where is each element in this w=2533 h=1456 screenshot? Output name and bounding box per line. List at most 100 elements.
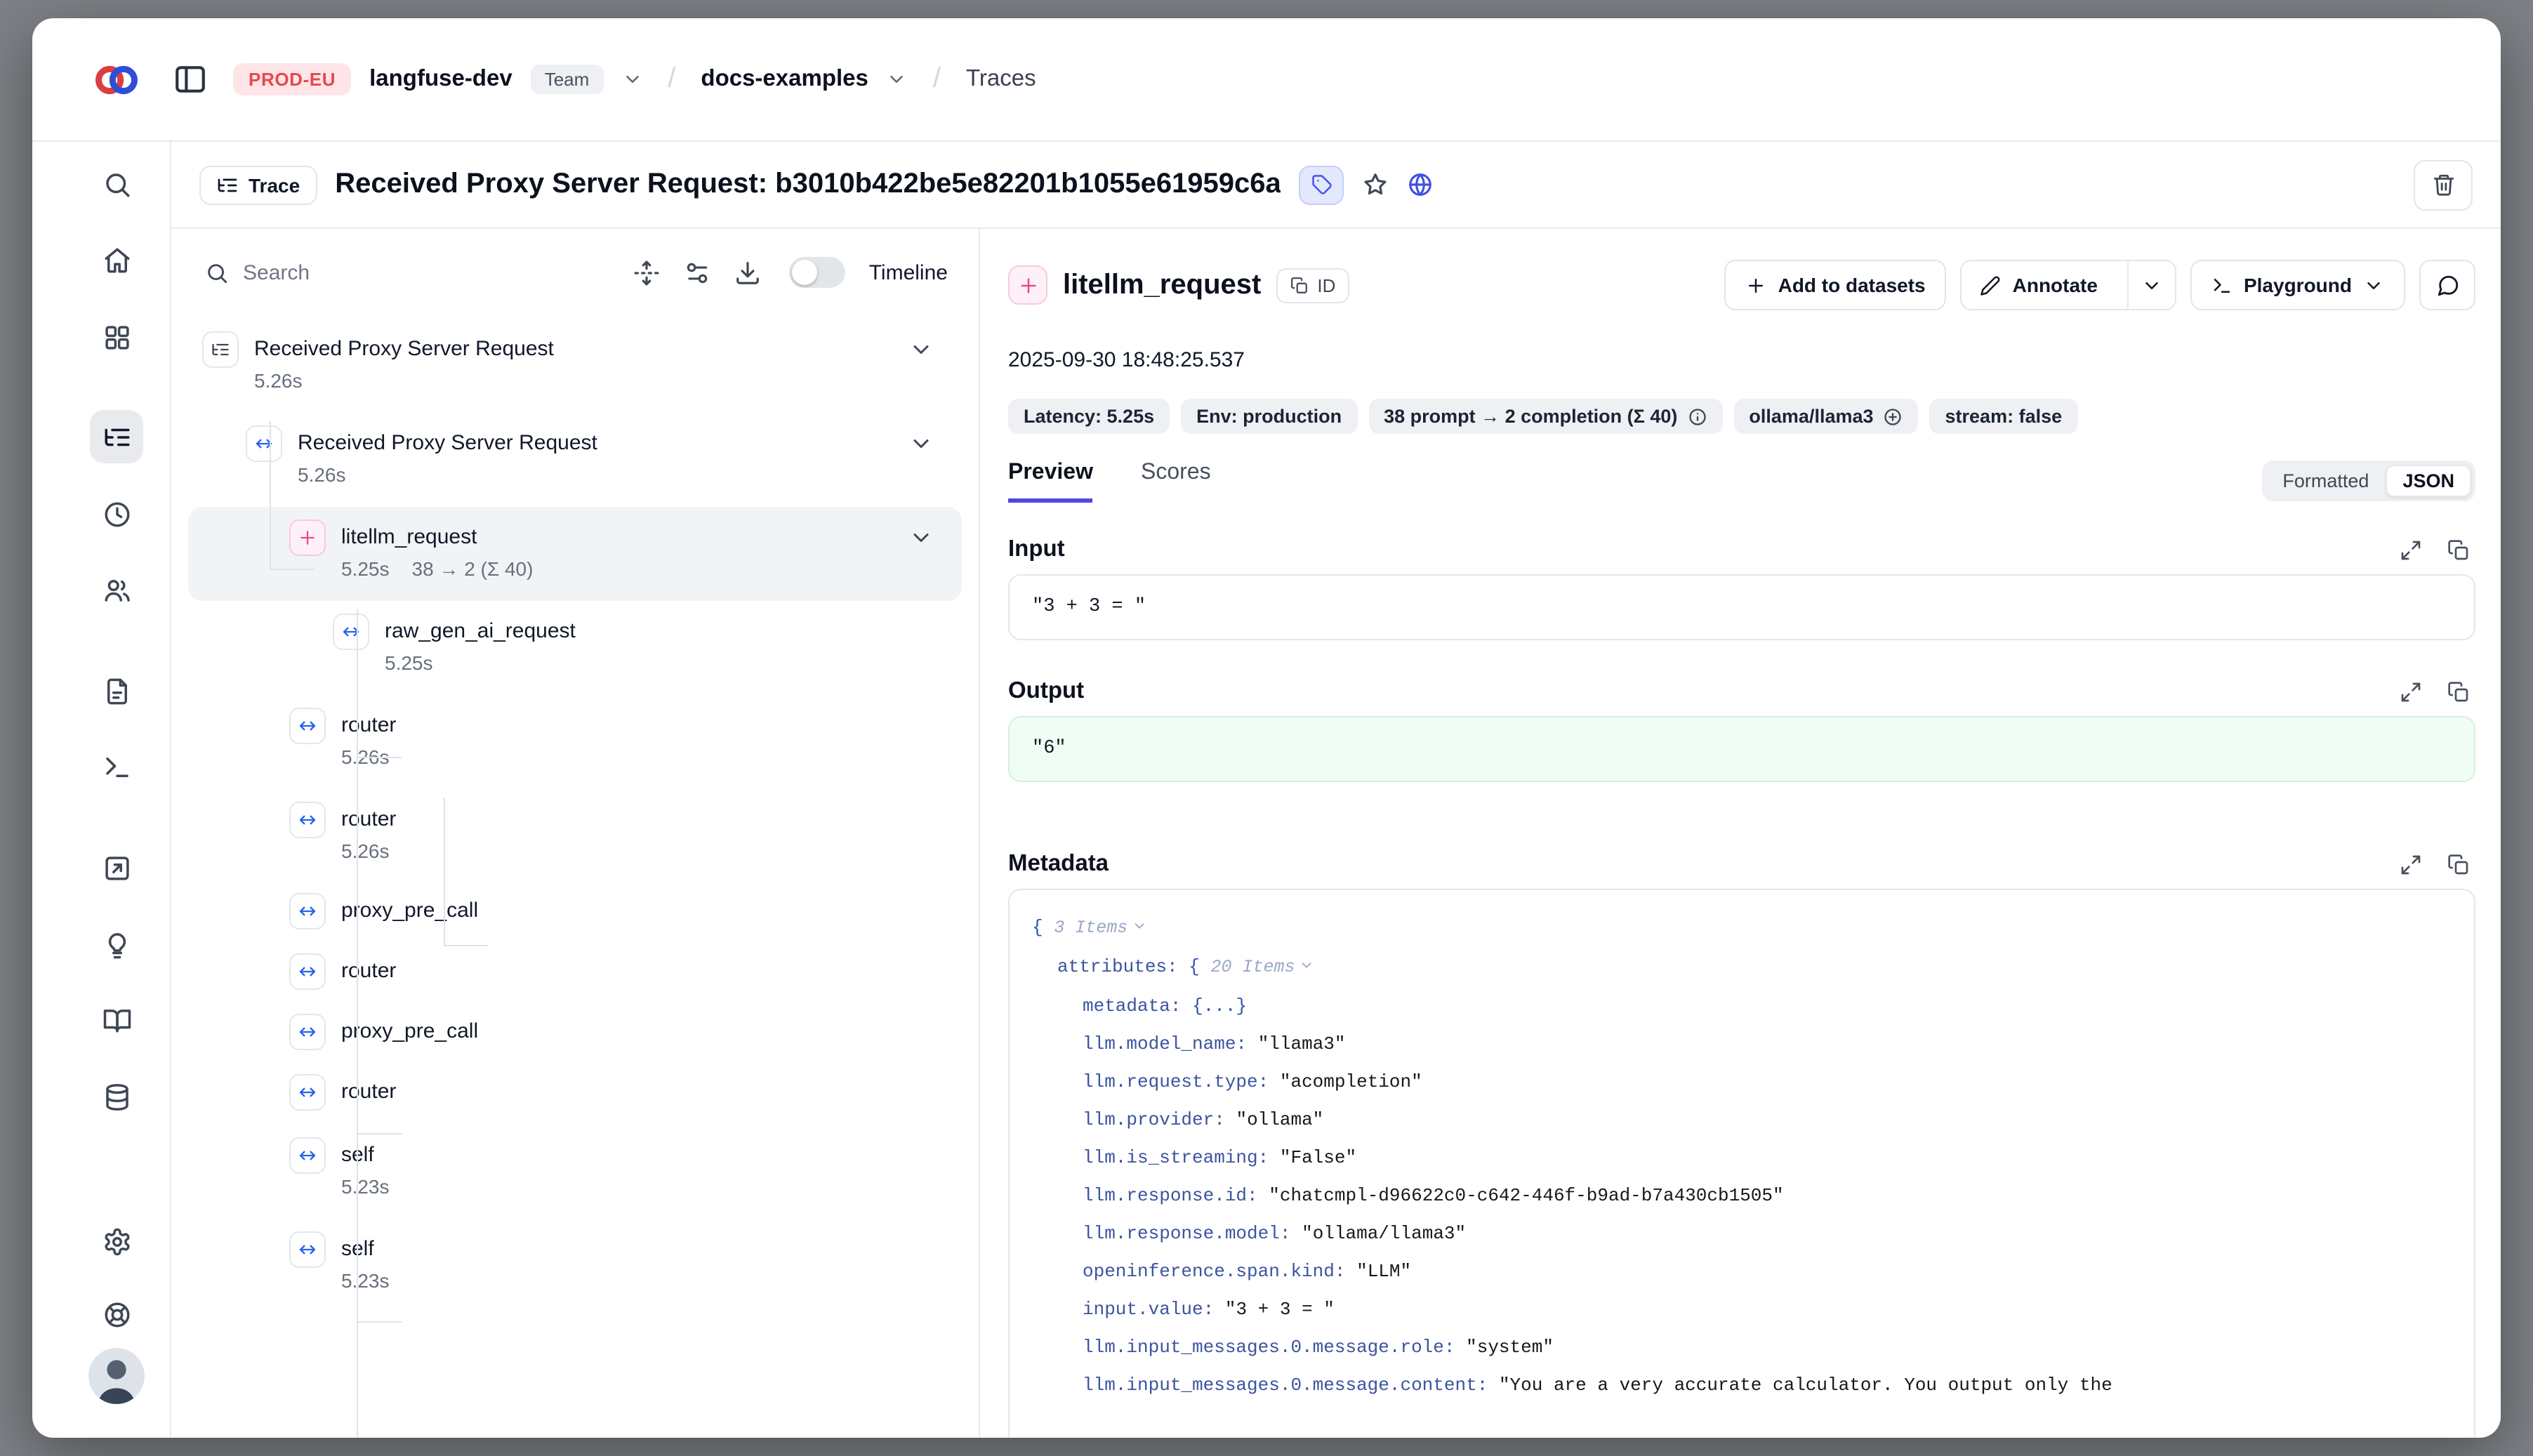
trace-icon: [202, 331, 239, 368]
tree-view-options-button[interactable]: [684, 259, 710, 286]
node-label: self: [341, 1233, 390, 1265]
node-label: proxy_pre_call: [341, 894, 478, 927]
add-to-datasets-button[interactable]: Add to datasets: [1725, 260, 1947, 310]
rail-users-button[interactable]: [97, 570, 136, 609]
tree-node[interactable]: Received Proxy Server Request5.26s: [188, 319, 962, 413]
tree-node[interactable]: router5.26s: [188, 695, 962, 789]
tab-preview[interactable]: Preview: [1008, 461, 1093, 503]
tree-node[interactable]: proxy_pre_call: [188, 883, 962, 944]
lightbulb-icon: [102, 930, 131, 960]
span-icon: [246, 425, 282, 462]
node-label: litellm_request: [341, 521, 533, 553]
user-avatar[interactable]: [88, 1348, 145, 1404]
node-token-usage: 38 → 2 (Σ 40): [412, 553, 534, 584]
chevron-down-icon[interactable]: [908, 431, 934, 456]
rail-sessions-button[interactable]: [97, 494, 136, 534]
span-icon: [289, 1014, 326, 1050]
traces-breadcrumb-link[interactable]: Traces: [966, 66, 1036, 93]
project-switcher-chevron-icon[interactable]: [887, 69, 908, 90]
tree-connector-line: [270, 568, 315, 569]
download-button[interactable]: [734, 259, 761, 286]
sidebar-toggle-button[interactable]: [173, 62, 208, 97]
pencil-icon: [1980, 274, 2002, 296]
node-label: self: [341, 1139, 390, 1171]
rail-datasets-button[interactable]: [97, 1077, 136, 1116]
collapse-chevron-icon[interactable]: [1299, 958, 1315, 973]
format-toggle-json[interactable]: JSON: [2386, 465, 2471, 497]
rail-dashboards-button[interactable]: [97, 317, 136, 357]
tree-node[interactable]: router5.26s: [188, 789, 962, 883]
copy-id-button[interactable]: ID: [1276, 267, 1349, 303]
app-window: PROD-EU langfuse-dev Team / docs-example…: [32, 18, 2501, 1438]
output-content: "6": [1008, 716, 2475, 782]
rail-support-button[interactable]: [97, 1295, 136, 1334]
observation-badge: ollama/llama3: [1733, 399, 1918, 434]
observation-header: litellm_request ID Add to datasets: [1008, 260, 2475, 310]
rail-playground-button[interactable]: [97, 747, 136, 786]
span-icon: [289, 953, 326, 990]
node-label: router: [341, 709, 396, 741]
search-icon: [205, 260, 229, 284]
comment-button[interactable]: [2419, 260, 2475, 310]
info-icon[interactable]: [1687, 406, 1707, 426]
observation-actions: Add to datasets Annotate: [1725, 260, 2475, 310]
public-link-button[interactable]: [1408, 171, 1434, 198]
rail-insights-button[interactable]: [97, 925, 136, 965]
tree-node[interactable]: router: [188, 944, 962, 1004]
rail-annotation-button[interactable]: [97, 1000, 136, 1039]
format-toggle-formatted[interactable]: Formatted: [2266, 465, 2386, 497]
rail-home-button[interactable]: [97, 240, 136, 279]
copy-input-button[interactable]: [2447, 538, 2470, 561]
detail-tabs: Preview Scores Formatted JSON: [1008, 461, 2475, 503]
tree-node[interactable]: Received Proxy Server Request5.26s: [188, 413, 962, 507]
trace-type-label: Trace: [249, 173, 300, 196]
annotate-button[interactable]: Annotate: [1962, 261, 2116, 309]
expand-metadata-button[interactable]: [2400, 853, 2422, 875]
rail-settings-button[interactable]: [97, 1222, 136, 1261]
chevron-down-icon[interactable]: [908, 337, 934, 362]
node-duration: 5.26s: [341, 835, 390, 866]
json-line: llm.model_name: "llama3": [1032, 1025, 2452, 1063]
expand-collapse-all-button[interactable]: [633, 259, 660, 286]
trace-tree-panel: Timeline Received Proxy Server Request5.…: [171, 229, 980, 1438]
tab-scores[interactable]: Scores: [1141, 461, 1211, 503]
rail-tracing-button[interactable]: [90, 410, 143, 463]
annotate-dropdown-button[interactable]: [2127, 261, 2175, 309]
json-line: { 3 Items: [1032, 908, 2452, 948]
plus-icon: [1017, 274, 1038, 296]
delete-trace-button[interactable]: [2414, 159, 2473, 210]
tree-node[interactable]: proxy_pre_call: [188, 1004, 962, 1064]
terminal-icon: [2211, 274, 2233, 296]
tree-node[interactable]: router: [188, 1064, 962, 1125]
tree-search-input[interactable]: [243, 260, 411, 284]
expand-input-button[interactable]: [2400, 538, 2422, 561]
observation-badge: 38 prompt → 2 completion (Σ 40): [1368, 399, 1722, 434]
globe-icon: [1408, 171, 1434, 198]
rail-prompts-button[interactable]: [97, 671, 136, 710]
tree-node[interactable]: litellm_request5.25s38 → 2 (Σ 40): [188, 507, 962, 601]
bookmark-button[interactable]: [1363, 171, 1389, 198]
tree-node[interactable]: self5.23s: [188, 1219, 962, 1313]
playground-button[interactable]: Playground: [2190, 260, 2405, 310]
tree-node[interactable]: self5.23s: [188, 1125, 962, 1219]
chevron-down-icon[interactable]: [908, 525, 934, 550]
tag-icon: [1311, 174, 1332, 195]
plus-circle-icon[interactable]: [1884, 406, 1903, 426]
tree-node[interactable]: raw_gen_ai_request5.25s: [188, 601, 962, 695]
copy-output-button[interactable]: [2447, 680, 2470, 703]
rail-evaluators-button[interactable]: [97, 848, 136, 887]
copy-metadata-button[interactable]: [2447, 853, 2470, 875]
org-name[interactable]: langfuse-dev: [369, 66, 512, 93]
timeline-toggle[interactable]: [789, 257, 845, 288]
input-heading: Input: [1008, 536, 1065, 563]
org-switcher-chevron-icon[interactable]: [621, 69, 642, 90]
input-content: "3 + 3 = ": [1008, 574, 2475, 640]
json-line: input.value: "3 + 3 = ": [1032, 1290, 2452, 1328]
project-name[interactable]: docs-examples: [701, 66, 868, 93]
environment-region-badge[interactable]: PROD-EU: [233, 63, 351, 95]
collapse-chevron-icon[interactable]: [1132, 918, 1147, 934]
database-icon: [102, 1082, 131, 1111]
tags-button[interactable]: [1299, 165, 1344, 204]
rail-search-button[interactable]: [97, 164, 136, 204]
expand-output-button[interactable]: [2400, 680, 2422, 703]
